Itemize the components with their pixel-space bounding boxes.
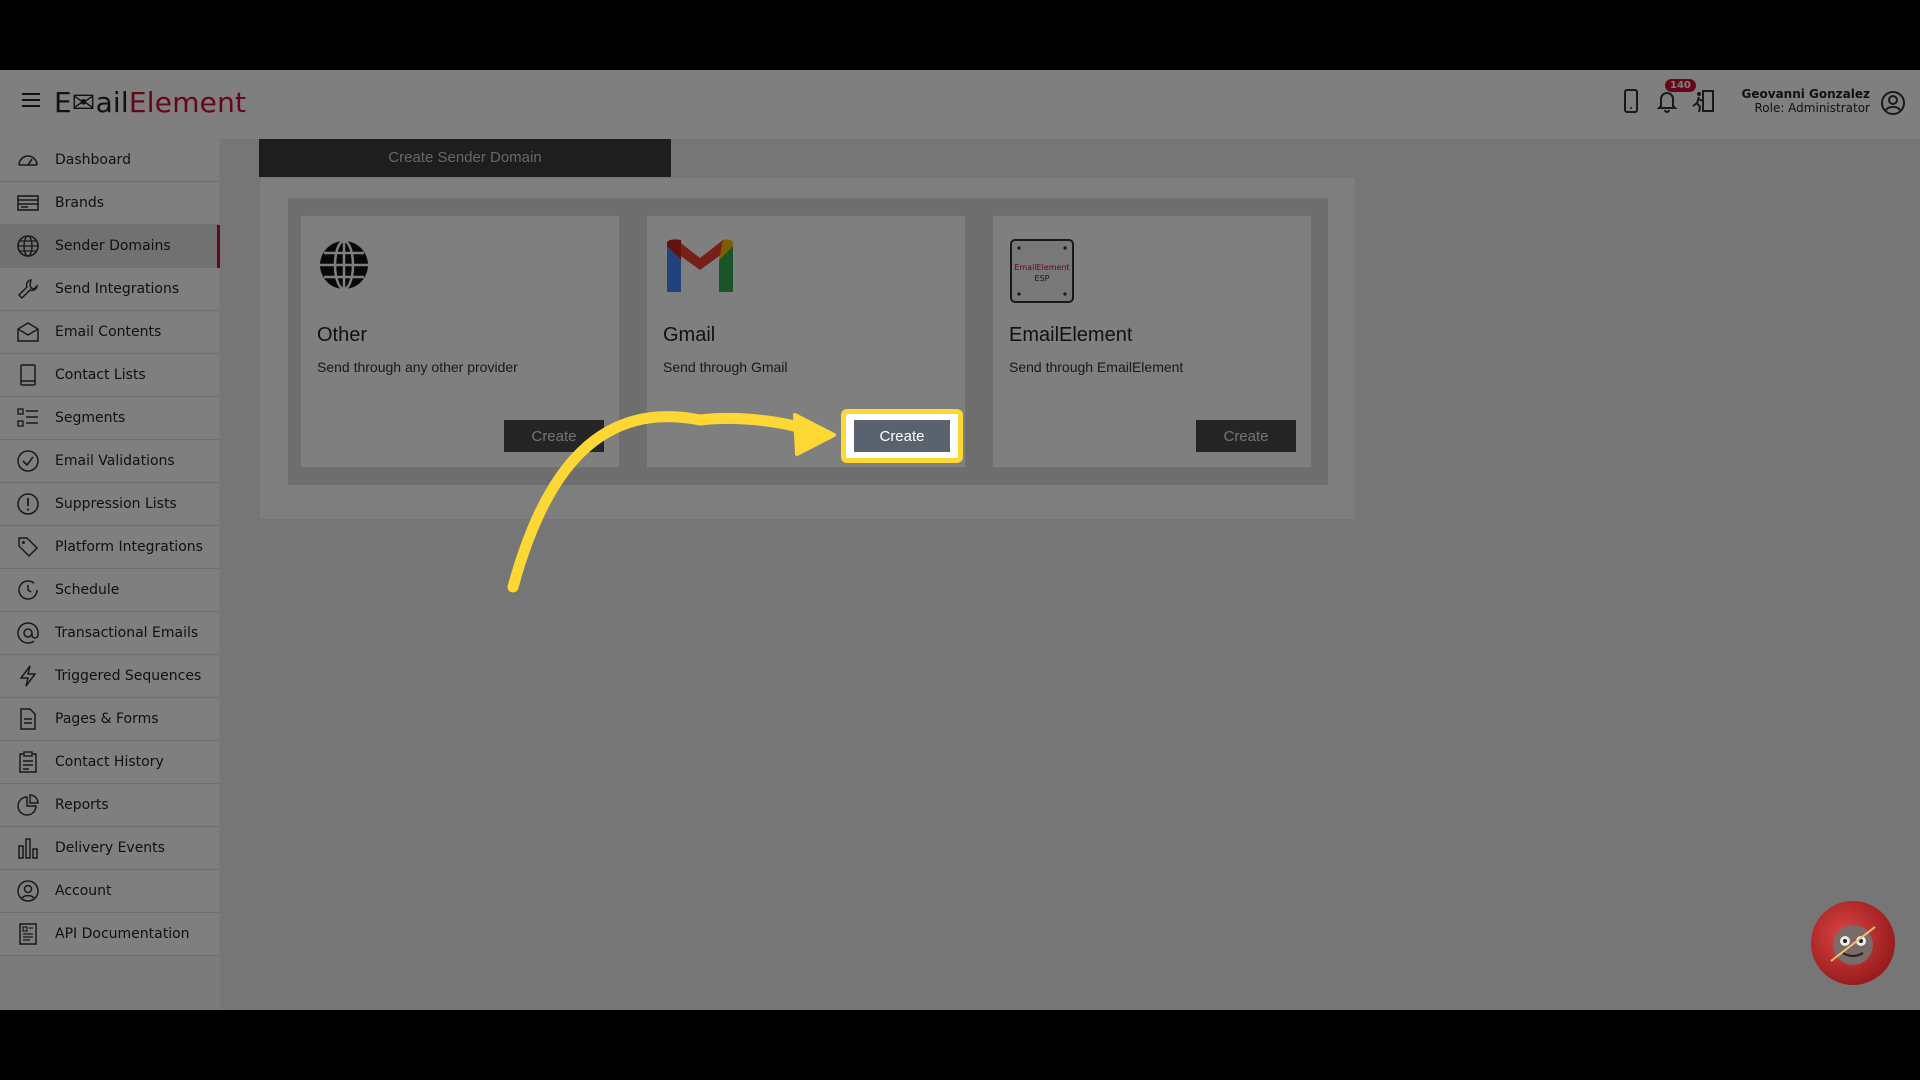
sidebar-item-email-validations[interactable]: Email Validations <box>0 440 219 483</box>
sidebar-item-label: Platform Integrations <box>55 539 203 555</box>
wrench-icon <box>17 279 38 300</box>
sidebar-item-label: Email Validations <box>55 453 175 469</box>
notification-bell-icon[interactable]: 140 <box>1655 79 1696 114</box>
envelope-icon <box>17 322 39 342</box>
create-other-button[interactable]: Create <box>504 420 604 452</box>
letterbox-top <box>0 0 1920 70</box>
card-description: Send through any other provider <box>317 359 518 375</box>
chatbot-launcher-icon[interactable] <box>1811 901 1895 985</box>
top-header: E✉ailElement 140 Geovanni Gonzalez Role:… <box>0 70 1920 139</box>
bar-chart-icon <box>18 838 38 859</box>
mobile-phone-icon[interactable] <box>1619 88 1643 114</box>
card-title: EmailElement <box>1009 324 1133 346</box>
sidebar-item-dashboard[interactable]: Dashboard <box>0 139 219 182</box>
sidebar-item-transactional-emails[interactable]: Transactional Emails <box>0 612 219 655</box>
gmail-icon <box>663 238 737 298</box>
sidebar-item-label: Send Integrations <box>55 281 180 297</box>
header-icons: 140 <box>1619 79 1715 114</box>
sidebar-item-label: Dashboard <box>55 152 131 168</box>
logo-suffix: Element <box>128 86 247 119</box>
sidebar-item-label: Segments <box>55 410 126 426</box>
app-window: E✉ailElement 140 Geovanni Gonzalez Role:… <box>0 70 1920 1010</box>
file-icon <box>20 708 36 730</box>
book-icon <box>20 364 36 386</box>
sidebar-nav: Dashboard Brands Sender Domains Send Int… <box>0 139 220 956</box>
logo-prefix: E <box>54 86 72 119</box>
esp-label-text: ESP <box>1034 274 1050 283</box>
sidebar-item-label: Transactional Emails <box>55 625 199 641</box>
card-description: Send through EmailElement <box>1009 359 1184 375</box>
lightning-icon <box>19 665 37 687</box>
document-icon <box>19 923 37 945</box>
app-logo[interactable]: E✉ailElement <box>54 86 246 119</box>
sidebar-item-api-documentation[interactable]: API Documentation <box>0 913 219 956</box>
sidebar-item-delivery-events[interactable]: Delivery Events <box>0 827 219 870</box>
provider-card-other: Other Send through any other provider Cr… <box>300 215 620 468</box>
user-role: Role: Administrator <box>1754 101 1870 115</box>
sidebar-item-triggered-sequences[interactable]: Triggered Sequences <box>0 655 219 698</box>
sidebar-item-label: Suppression Lists <box>55 496 177 512</box>
logout-runner-icon[interactable] <box>1691 88 1715 114</box>
sidebar-item-label: Contact History <box>55 754 164 770</box>
card-title: Gmail <box>663 324 716 346</box>
emailelement-esp-icon: EmailElement ESP <box>1009 238 1083 303</box>
provider-cards: Other Send through any other provider Cr… <box>288 198 1328 485</box>
create-gmail-button-highlighted[interactable]: Create <box>854 420 950 452</box>
hamburger-menu-icon[interactable] <box>22 93 40 111</box>
sidebar-item-segments[interactable]: Segments <box>0 397 219 440</box>
sidebar-item-label: Email Contents <box>55 324 162 340</box>
logo-mid: ail <box>95 86 129 119</box>
at-icon <box>17 622 39 644</box>
check-circle-icon <box>17 450 39 472</box>
sidebar-item-send-integrations[interactable]: Send Integrations <box>0 268 219 311</box>
esp-logo-text: EmailElement <box>1014 263 1070 272</box>
sidebar-item-sender-domains[interactable]: Sender Domains <box>0 225 220 268</box>
tab-create-sender-domain[interactable]: Create Sender Domain <box>259 139 671 177</box>
sidebar-item-label: Brands <box>55 195 104 211</box>
create-emailelement-button[interactable]: Create <box>1196 420 1296 452</box>
pie-chart-icon <box>17 794 39 816</box>
letterbox-bottom <box>0 1010 1920 1080</box>
clock-icon <box>18 580 38 600</box>
sidebar-item-label: Delivery Events <box>55 840 165 856</box>
sidebar-item-suppression-lists[interactable]: Suppression Lists <box>0 483 219 526</box>
user-info[interactable]: Geovanni Gonzalez Role: Administrator <box>1742 87 1870 115</box>
sidebar-item-label: Schedule <box>55 582 120 598</box>
sidebar-item-label: API Documentation <box>55 926 190 942</box>
globe-icon <box>17 235 39 257</box>
sidebar-item-email-contents[interactable]: Email Contents <box>0 311 219 354</box>
sidebar-item-brands[interactable]: Brands <box>0 182 219 225</box>
segments-icon <box>17 408 38 427</box>
clipboard-icon <box>19 751 37 773</box>
sidebar-item-contact-lists[interactable]: Contact Lists <box>0 354 219 397</box>
sidebar-item-contact-history[interactable]: Contact History <box>0 741 219 784</box>
sidebar-item-platform-integrations[interactable]: Platform Integrations <box>0 526 219 569</box>
dashboard-icon <box>18 155 38 166</box>
brands-icon <box>17 195 39 211</box>
create-sender-domain-panel: Other Send through any other provider Cr… <box>259 177 1356 520</box>
sidebar-item-label: Contact Lists <box>55 367 146 383</box>
sidebar-item-label: Sender Domains <box>55 238 171 254</box>
provider-card-emailelement: EmailElement ESP EmailElement Send throu… <box>992 215 1312 468</box>
sidebar-item-label: Pages & Forms <box>55 711 159 727</box>
user-avatar-icon[interactable] <box>1880 90 1906 116</box>
card-description: Send through Gmail <box>663 359 788 375</box>
highlight-frame: Create <box>841 409 963 463</box>
user-name: Geovanni Gonzalez <box>1741 87 1870 101</box>
sidebar: Dashboard Brands Sender Domains Send Int… <box>0 139 220 1010</box>
sidebar-item-reports[interactable]: Reports <box>0 784 219 827</box>
logo-envelope-mark: ✉ <box>71 86 96 119</box>
globe-icon <box>317 238 391 298</box>
tag-icon <box>18 537 39 558</box>
sidebar-item-schedule[interactable]: Schedule <box>0 569 219 612</box>
sidebar-item-pages-forms[interactable]: Pages & Forms <box>0 698 219 741</box>
sidebar-item-label: Triggered Sequences <box>55 668 202 684</box>
sidebar-item-label: Account <box>55 883 112 899</box>
user-circle-icon <box>17 880 39 902</box>
sidebar-item-label: Reports <box>55 797 109 813</box>
exclamation-circle-icon <box>17 493 39 515</box>
card-title: Other <box>317 324 368 346</box>
sidebar-item-account[interactable]: Account <box>0 870 219 913</box>
